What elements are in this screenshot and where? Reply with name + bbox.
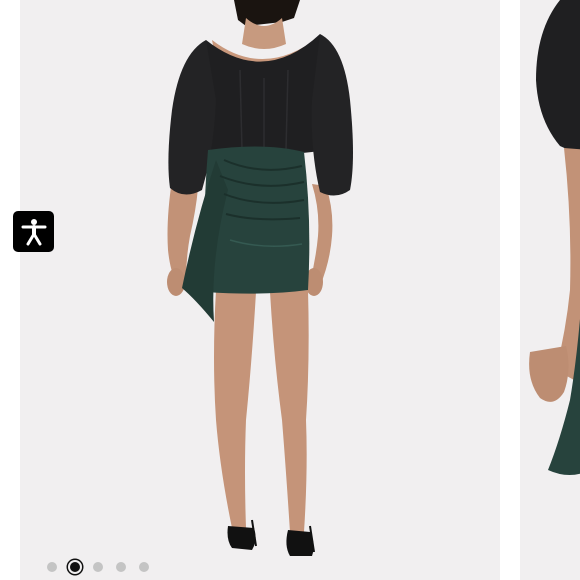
product-photo: [167, 0, 353, 556]
carousel-pagination: [40, 556, 155, 578]
accessibility-person-icon: [21, 218, 46, 245]
carousel-dot-3[interactable]: [86, 556, 109, 578]
carousel-dot-5[interactable]: [132, 556, 155, 578]
accessibility-button[interactable]: [13, 211, 54, 252]
product-photo-next: [529, 0, 580, 475]
product-image-slide-next[interactable]: [520, 0, 580, 580]
carousel-dot-4[interactable]: [109, 556, 132, 578]
product-image-slide-current[interactable]: [20, 0, 500, 580]
carousel-dot-2-active[interactable]: [63, 556, 86, 578]
carousel-dot-1[interactable]: [40, 556, 63, 578]
product-image-viewer: [0, 0, 580, 580]
